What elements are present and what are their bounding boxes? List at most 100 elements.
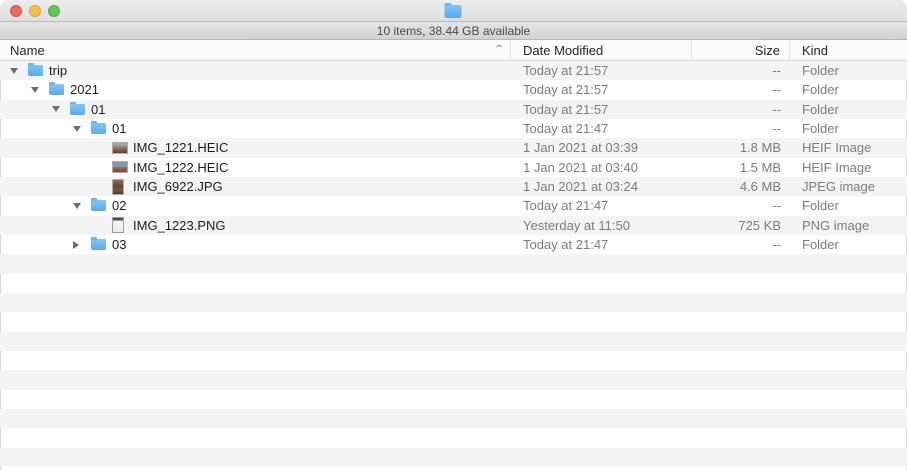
kind-cell: PNG image [790, 218, 907, 233]
empty-row [0, 448, 907, 467]
empty-row [0, 351, 907, 370]
folder-icon [91, 239, 106, 250]
size-cell: 1.5 MB [692, 160, 790, 175]
indent-spacer [0, 147, 94, 148]
column-headers: Name ⌃ Date Modified Size Kind [0, 40, 907, 61]
empty-row [0, 274, 907, 293]
table-row[interactable]: trip Today at 21:57 -- Folder [0, 61, 907, 80]
kind-cell: Folder [790, 237, 907, 252]
date-modified-cell: 1 Jan 2021 at 03:24 [511, 179, 692, 194]
indent-spacer [0, 109, 52, 110]
window-proxy[interactable] [444, 3, 461, 18]
indent-spacer [0, 244, 73, 245]
name-cell: IMG_1222.HEIC [0, 158, 511, 177]
date-modified-cell: Today at 21:47 [511, 237, 692, 252]
disclosure-triangle[interactable] [73, 203, 91, 209]
disclosure-triangle[interactable] [31, 87, 49, 93]
empty-row [0, 254, 907, 273]
table-row[interactable]: 2021 Today at 21:57 -- Folder [0, 80, 907, 99]
empty-row [0, 293, 907, 312]
column-header-name[interactable]: Name ⌃ [0, 40, 511, 60]
indent-spacer [0, 70, 10, 71]
file-name-label: 01 [91, 102, 105, 117]
minimize-button[interactable] [29, 5, 41, 17]
indent-spacer [0, 205, 73, 206]
icon-slot [49, 84, 67, 95]
sort-ascending-icon: ⌃ [493, 45, 505, 55]
folder-icon [70, 104, 85, 115]
name-cell: IMG_6922.JPG [0, 177, 511, 196]
disclosure-triangle[interactable] [73, 241, 91, 249]
size-cell: -- [692, 63, 790, 78]
indent-spacer [0, 167, 94, 168]
empty-row [0, 409, 907, 428]
folder-icon [91, 200, 106, 211]
file-list: trip Today at 21:57 -- Folder 2021 Today… [0, 61, 907, 469]
icon-slot [91, 239, 109, 250]
title-bar [0, 0, 907, 22]
name-cell: trip [0, 61, 511, 80]
name-cell: 03 [0, 235, 511, 254]
status-bar: 10 items, 38.44 GB available [0, 22, 907, 40]
size-cell: -- [692, 237, 790, 252]
table-row[interactable]: 03 Today at 21:47 -- Folder [0, 235, 907, 254]
kind-cell: Folder [790, 63, 907, 78]
table-row[interactable]: 01 Today at 21:57 -- Folder [0, 100, 907, 119]
folder-icon [91, 123, 106, 134]
size-cell: 1.8 MB [692, 140, 790, 155]
file-name-label: IMG_1223.PNG [133, 218, 226, 233]
folder-icon [28, 65, 43, 76]
traffic-lights [10, 5, 60, 17]
table-row[interactable]: IMG_1222.HEIC 1 Jan 2021 at 03:40 1.5 MB… [0, 158, 907, 177]
table-row[interactable]: IMG_1223.PNG Yesterday at 11:50 725 KB P… [0, 216, 907, 235]
table-row[interactable]: IMG_1221.HEIC 1 Jan 2021 at 03:39 1.8 MB… [0, 138, 907, 157]
date-modified-cell: Today at 21:47 [511, 121, 692, 136]
date-modified-cell: Today at 21:57 [511, 82, 692, 97]
kind-cell: HEIF Image [790, 140, 907, 155]
finder-window: 10 items, 38.44 GB available Name ⌃ Date… [0, 0, 907, 470]
size-cell: 4.6 MB [692, 179, 790, 194]
icon-slot [112, 217, 130, 233]
size-cell: -- [692, 82, 790, 97]
photo-thumbnail-icon [112, 179, 124, 195]
file-name-label: 03 [112, 237, 126, 252]
column-header-kind[interactable]: Kind [790, 40, 907, 60]
photo-thumbnail-icon [112, 142, 128, 154]
name-cell: 02 [0, 196, 511, 215]
kind-cell: HEIF Image [790, 160, 907, 175]
empty-row [0, 390, 907, 409]
close-button[interactable] [10, 5, 22, 17]
size-cell: -- [692, 121, 790, 136]
empty-row [0, 332, 907, 351]
file-name-label: trip [49, 63, 67, 78]
icon-slot [70, 104, 88, 115]
disclosure-triangle[interactable] [52, 106, 70, 112]
empty-row [0, 467, 907, 469]
file-name-label: 2021 [70, 82, 99, 97]
name-cell: 01 [0, 119, 511, 138]
zoom-button[interactable] [48, 5, 60, 17]
table-row[interactable]: IMG_6922.JPG 1 Jan 2021 at 03:24 4.6 MB … [0, 177, 907, 196]
disclosure-triangle[interactable] [73, 126, 91, 132]
disclosure-triangle[interactable] [10, 68, 28, 74]
date-modified-cell: Today at 21:57 [511, 63, 692, 78]
folder-icon [444, 5, 461, 18]
kind-cell: Folder [790, 102, 907, 117]
column-header-name-label: Name [10, 43, 45, 58]
empty-row [0, 312, 907, 331]
table-row[interactable]: 02 Today at 21:47 -- Folder [0, 196, 907, 215]
indent-spacer [0, 89, 31, 90]
table-row[interactable]: 01 Today at 21:47 -- Folder [0, 119, 907, 138]
file-name-label: IMG_1221.HEIC [133, 140, 228, 155]
date-modified-cell: Today at 21:57 [511, 102, 692, 117]
indent-spacer [0, 186, 94, 187]
file-name-label: IMG_1222.HEIC [133, 160, 228, 175]
file-name-label: 02 [112, 198, 126, 213]
icon-slot [28, 65, 46, 76]
column-header-size[interactable]: Size [692, 40, 790, 60]
size-cell: 725 KB [692, 218, 790, 233]
column-header-kind-label: Kind [802, 43, 828, 58]
column-header-date-modified[interactable]: Date Modified [511, 40, 692, 60]
size-cell: -- [692, 198, 790, 213]
file-name-label: 01 [112, 121, 126, 136]
